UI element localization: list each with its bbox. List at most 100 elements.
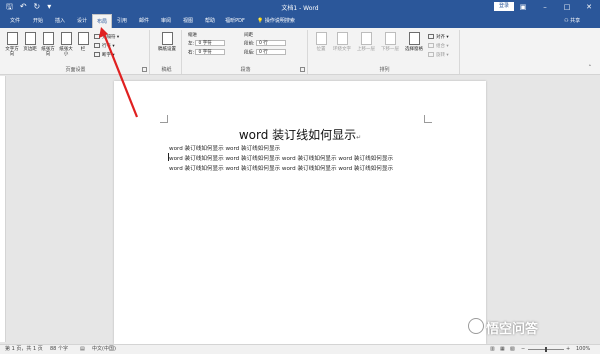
document-line: word 装订线如何显示 word 装订线如何显示 word 装订线如何显示 w… [169,156,394,162]
ribbon-display-icon[interactable]: ▣ [512,0,534,14]
wrap-text-label: 环绕文字 [333,47,351,52]
tell-me-label: 操作说明搜索 [264,18,295,24]
spacing-before-input[interactable]: 0 行 [255,40,286,46]
corner-mark-top-right [424,115,432,123]
document-heading-text: word 装订线如何显示 [238,128,357,142]
manuscript-settings-button[interactable]: 稿纸设置 [158,32,176,52]
margins-button[interactable]: 页边距 [22,32,38,52]
zoom-in-icon[interactable]: + [566,345,570,354]
spacing-before-row: 段前: 0 行 [244,40,286,47]
selection-pane-button[interactable]: 选择窗格 [404,32,424,52]
tell-me-search[interactable]: 💡 操作说明搜索 [257,14,295,28]
send-backward-label: 下移一层 [381,47,399,52]
selection-pane-icon [408,32,420,45]
watermark-logo [468,318,484,334]
tab-design[interactable]: 设计 [73,14,91,28]
paragraph-group-label: 段落 [240,67,251,73]
indent-heading: 缩进 [188,33,197,38]
arrange-group-label: 排列 [379,67,390,73]
maximize-icon[interactable]: □ [556,0,578,14]
columns-button[interactable]: 栏 [76,32,90,52]
align-label: 对齐 [436,35,445,40]
spacing-before-label: 段前: [244,41,255,47]
orientation-label: 纸张方向 [41,47,55,57]
text-direction-button[interactable]: 文字方向 [4,32,20,57]
wrap-text-icon [336,32,348,45]
line-numbers-label: 行号 [102,44,111,49]
size-button[interactable]: 纸张大小 [58,32,74,57]
page-setup-launcher-icon[interactable] [142,67,147,72]
close-icon[interactable]: ✕ [578,0,600,14]
word-count[interactable]: 88 个字 [50,345,68,354]
rotate-label: 旋转 [436,53,445,58]
send-backward-button[interactable]: 下移一层 [380,32,400,52]
print-layout-icon[interactable]: ▦ [500,345,505,354]
tab-home[interactable]: 开始 [29,14,47,28]
position-button[interactable]: 位置 [313,32,329,52]
align-button[interactable]: 对齐 ▾ [428,34,449,40]
tab-mailings[interactable]: 邮件 [135,14,153,28]
group-objects-button[interactable]: 组合 ▾ [428,43,449,49]
rotate-icon [428,52,434,57]
margins-icon [24,32,36,45]
page-setup-group-label: 页面设置 [65,67,86,73]
breaks-button[interactable]: 分隔符 ▾ [94,34,119,40]
group-arrange: 位置 环绕文字 上移一层 下移一层 选择窗格 对齐 ▾ 组合 ▾ 旋转 ▾ 排列 [310,30,460,74]
tab-help[interactable]: 帮助 [201,14,219,28]
tab-references[interactable]: 引用 [113,14,131,28]
tab-foxit-pdf[interactable]: 福昕PDF [222,14,248,28]
rotate-button[interactable]: 旋转 ▾ [428,52,449,58]
group-page-setup: 文字方向 页边距 纸张方向 纸张大小 栏 分隔符 ▾ 行号 ▾ 断字 ▾ 页面设… [2,30,150,74]
margins-label: 页边距 [23,47,37,52]
minimize-icon[interactable]: – [534,0,556,14]
spacing-after-input[interactable]: 0 行 [255,49,286,55]
lightbulb-icon: 💡 [257,18,264,24]
language-indicator[interactable]: 中文(中国) [92,345,116,354]
ribbon-tabs: 文件 开始 插入 设计 布局 引用 邮件 审阅 视图 帮助 福昕PDF 💡 操作… [0,14,600,28]
tab-review[interactable]: 审阅 [157,14,175,28]
zoom-level[interactable]: 100% [576,345,590,354]
bring-forward-icon [360,32,372,45]
document-page[interactable]: word 装订线如何显示↵ word 装订线如何显示 word 装订线如何显示 … [114,81,486,344]
page-count[interactable]: 第 1 页，共 1 页 [5,345,43,354]
paragraph-mark: ↵ [356,134,362,141]
indent-right-input[interactable]: 0 字符 [195,49,226,55]
breaks-icon [94,34,100,39]
login-button[interactable]: 登录 [494,2,514,11]
orientation-button[interactable]: 纸张方向 [40,32,56,57]
zoom-slider-thumb[interactable] [545,347,547,352]
window-controls: ▣ – □ ✕ [512,0,600,14]
hyphenation-button[interactable]: 断字 ▾ [94,52,115,58]
breaks-label: 分隔符 [102,35,116,40]
line-numbers-button[interactable]: 行号 ▾ [94,43,115,49]
read-mode-icon[interactable]: ▥ [490,345,495,354]
group-objects-icon [428,43,434,48]
web-layout-icon[interactable]: ▧ [510,345,515,354]
tab-insert[interactable]: 插入 [51,14,69,28]
spacing-after-label: 段后: [244,50,255,56]
person-icon: ⚇ [564,18,569,24]
send-backward-icon [384,32,396,45]
collapse-ribbon-icon[interactable]: ⌃ [588,65,592,70]
text-direction-icon [6,32,18,45]
status-bar: 第 1 页，共 1 页 88 个字 ▤ 中文(中国) ▥ ▦ ▧ − + 100… [0,344,600,354]
share-button[interactable]: ⚇ 共享 [564,14,580,28]
tab-layout[interactable]: 布局 [92,14,112,28]
selection-pane-label: 选择窗格 [405,47,423,52]
bring-forward-button[interactable]: 上移一层 [356,32,376,52]
manuscript-label: 稿纸设置 [158,47,176,52]
tab-file[interactable]: 文件 [6,14,24,28]
tab-view[interactable]: 视图 [179,14,197,28]
indent-left-input[interactable]: 0 字符 [195,40,226,46]
proofing-icon[interactable]: ▤ [80,345,85,354]
wrap-text-button[interactable]: 环绕文字 [332,32,352,52]
group-paragraph: 缩进 间距 左: 0 字符 右: 0 字符 段前: 0 行 段后: 0 行 段落 [184,30,308,74]
paragraph-launcher-icon[interactable] [300,67,305,72]
document-heading: word 装订线如何显示↵ [114,126,486,143]
zoom-out-icon[interactable]: − [521,345,525,354]
ribbon-layout: 文字方向 页边距 纸张方向 纸张大小 栏 分隔符 ▾ 行号 ▾ 断字 ▾ 页面设… [0,28,600,75]
columns-icon [77,32,89,45]
bring-forward-label: 上移一层 [357,47,375,52]
indent-right-label: 右: [188,50,195,56]
text-direction-label: 文字方向 [5,47,19,57]
